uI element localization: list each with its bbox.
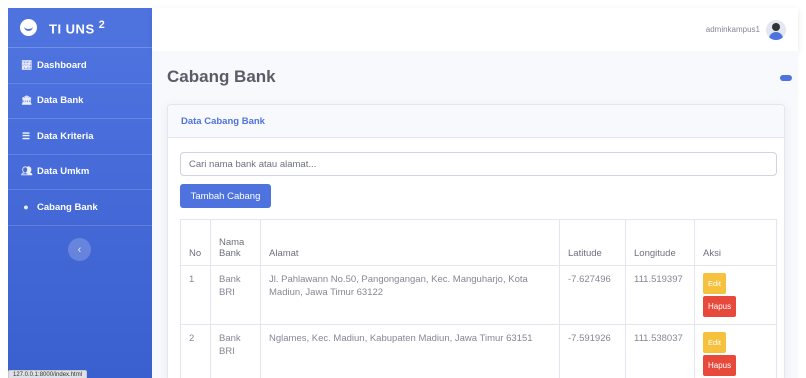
cell-alamat: Nglames, Kec. Madiun, Kabupaten Madiun, … [260,324,560,378]
page-title: Cabang Bank [167,67,276,86]
sidebar-item-data-kriteria[interactable]: ☰ Data Kriteria [8,119,152,155]
brand-title: TI UNS [49,21,95,37]
browser-status-url: 127.0.0.1:8000/index.html [8,370,88,378]
cell-no: 1 [180,265,211,325]
sidebar-toggle-button[interactable]: ‹ [68,238,91,261]
cell-nama-bank: Bank BRI [210,324,261,378]
branch-card: Data Cabang Bank Tambah Cabang No Nama B… [167,104,785,378]
list-icon: ☰ [21,130,31,141]
column-header-no: No [180,219,211,266]
sidebar-item-cabang-bank[interactable]: ● Cabang Bank [8,190,152,226]
sidebar-item-label: Dashboard [37,59,87,71]
column-header-latitude: Latitude [559,219,626,266]
cell-latitude: -7.591926 [559,324,626,378]
sidebar-item-label: Data Kriteria [37,130,94,142]
cell-longitude: 111.538037 [625,324,695,378]
sidebar-item-label: Data Bank [37,95,84,107]
user-name[interactable]: adminkampus1 [706,25,760,34]
edit-button[interactable]: Edit [703,332,726,353]
users-icon: 👥︎ [21,166,33,177]
cell-nama-bank: Bank BRI [210,265,261,325]
add-branch-button[interactable]: Tambah Cabang [180,184,271,208]
card-header: Data Cabang Bank [168,105,784,138]
map-marker-icon: ● [23,202,29,213]
cell-latitude: -7.627496 [559,265,626,325]
table-row: 2 Bank BRI Nglames, Kec. Madiun, Kabupat… [180,324,777,378]
topbar: adminkampus1 [152,8,798,51]
column-header-nama-bank: Nama Bank [210,219,261,266]
sidebar-item-label: Cabang Bank [37,201,98,213]
cell-no: 2 [180,324,211,378]
laugh-icon [20,19,37,36]
cell-alamat: Jl. Pahlawann No.50, Pangongangan, Kec. … [260,265,560,325]
avatar[interactable] [766,19,786,40]
browser-top-strip [0,0,806,8]
edit-button[interactable]: Edit [703,273,726,294]
chart-line-icon: 📈︎ [21,59,33,70]
delete-button[interactable]: Hapus [703,296,737,317]
column-header-longitude: Longitude [625,219,695,266]
sidebar-item-data-bank[interactable]: 🏛︎ Data Bank [8,84,152,119]
sidebar-item-dashboard[interactable]: 📈︎ Dashboard [8,48,152,84]
sidebar-item-label: Data Umkm [37,166,90,178]
cell-aksi: Edit Hapus [694,265,777,325]
branch-table: No Nama Bank Alamat Latitude Longitude A… [180,219,777,378]
chevron-left-icon: ‹ [77,243,82,256]
sidebar: TI UNS 2 📈︎ Dashboard 🏛︎ Data Bank ☰ Dat… [8,8,152,378]
brand-superscript: 2 [98,18,106,31]
column-header-aksi: Aksi [694,219,777,266]
bank-icon: 🏛︎ [21,95,33,106]
delete-button[interactable]: Hapus [703,355,737,376]
table-row: 1 Bank BRI Jl. Pahlawann No.50, Pangonga… [180,265,777,325]
table-header-row: No Nama Bank Alamat Latitude Longitude A… [180,219,777,266]
sidebar-brand[interactable]: TI UNS 2 [8,8,152,48]
scroll-indicator [780,75,792,81]
sidebar-item-data-umkm[interactable]: 👥︎ Data Umkm [8,155,152,190]
main-content: Cabang Bank Data Cabang Bank Tambah Caba… [152,51,798,378]
search-input[interactable] [180,152,777,176]
cell-longitude: 111.519397 [625,265,695,325]
cell-aksi: Edit Hapus [694,324,777,378]
column-header-alamat: Alamat [260,219,560,266]
